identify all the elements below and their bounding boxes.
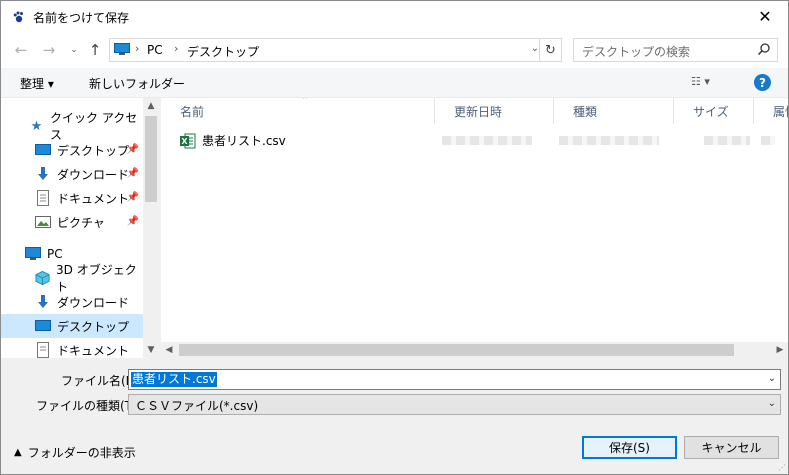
recent-locations-chevron-icon[interactable]: ⌄ [64,40,84,60]
close-button[interactable]: ✕ [742,1,788,32]
scroll-right-icon[interactable]: ▶ [772,342,788,358]
resize-grip-icon[interactable]: ⋰ [778,463,786,472]
sidebar-scrollbar[interactable]: ▲ ▼ [143,98,159,358]
forward-button[interactable]: → [39,40,59,60]
chevron-up-icon: ▲ [14,447,22,458]
filename-value[interactable]: 患者リスト.csv [131,372,217,387]
breadcrumb-pc[interactable]: PC [147,43,163,57]
sidebar-item-downloads-pinned[interactable]: ダウンロード 📌 [1,162,143,186]
pin-icon[interactable]: 📌 [127,192,139,203]
back-button[interactable]: ← [11,40,31,60]
chevron-down-icon[interactable]: ⌄ [531,43,539,54]
star-icon: ★ [30,118,43,134]
navigation-pane[interactable]: ★ クイック アクセス デスクトップ 📌 ダウンロード 📌 ドキュメント 📌 ピ… [1,98,159,358]
breadcrumb-desktop[interactable]: デスクトップ [187,43,259,60]
pc-icon [114,43,130,55]
filetype-select[interactable]: ＣＳＶファイル(*.csv) ⌄ [128,394,781,415]
desktop-icon [35,320,51,331]
search-icon [757,43,770,56]
save-form: ファイル名(N): 患者リスト.csv ⌄ ファイルの種類(T): ＣＳＶファイ… [1,358,788,474]
sidebar-item-desktop[interactable]: デスクトップ [1,314,143,338]
scroll-up-icon[interactable]: ▲ [143,98,159,114]
file-attributes-redacted [761,136,775,145]
sidebar-item-pictures-pinned[interactable]: ピクチャ 📌 [1,210,143,234]
document-icon [37,342,49,358]
chevron-down-icon[interactable]: ⌄ [768,398,776,409]
cancel-button[interactable]: キャンセル [684,436,779,459]
scroll-down-icon[interactable]: ▼ [143,342,159,358]
help-button[interactable]: ? [754,74,771,91]
paw-app-icon [13,11,23,23]
file-size-redacted [704,136,750,145]
scrollbar-thumb[interactable] [179,344,734,356]
address-bar[interactable]: › PC › デスクトップ ⌄ ↻ [109,38,562,62]
pin-icon[interactable]: 📌 [127,216,139,227]
file-type-redacted [559,136,659,145]
svg-text:X: X [181,137,188,146]
column-header-type[interactable]: 種類 [554,98,674,124]
column-header-size[interactable]: サイズ [674,98,754,124]
title-bar: 名前をつけて保存 ✕ [1,1,788,32]
download-icon [38,295,48,308]
sidebar-item-documents[interactable]: ドキュメント [1,338,143,358]
pc-icon [25,247,41,260]
command-bar: 整理 ▾ 新しいフォルダー ☷ ▾ ? [1,68,788,98]
desktop-icon [35,144,51,155]
filetype-value: ＣＳＶファイル(*.csv) [135,399,259,413]
save-button[interactable]: 保存(S) [582,436,677,459]
chevron-right-icon[interactable]: › [174,42,178,55]
document-icon [37,190,49,206]
organize-button[interactable]: 整理 ▾ [20,75,54,92]
sidebar-item-desktop-pinned[interactable]: デスクトップ 📌 [1,138,143,162]
navigation-bar: ← → ⌄ ↑ › PC › デスクトップ ⌄ ↻ デスクトップの検索 [1,32,788,68]
column-header-attributes[interactable]: 属性 [754,98,788,124]
up-button[interactable]: ↑ [85,40,105,60]
scroll-left-icon[interactable]: ◀ [161,342,177,358]
pin-icon[interactable]: 📌 [127,144,139,155]
refresh-button[interactable]: ↻ [539,39,561,61]
file-name: 患者リスト.csv [202,134,286,148]
file-list-hscrollbar[interactable]: ◀ ▶ [161,342,788,358]
view-options-button[interactable]: ☷ ▾ [691,75,710,88]
search-box[interactable]: デスクトップの検索 [573,38,778,62]
download-icon [38,167,48,180]
window-title: 名前をつけて保存 [33,11,130,25]
sidebar-item-3d-objects[interactable]: 3D オブジェクト [1,263,143,294]
picture-icon [35,216,51,228]
filetype-label: ファイルの種類(T): [36,399,141,413]
cube-icon [35,270,50,286]
file-list[interactable]: 名前 ⌃ 更新日時 種類 サイズ 属性 X 患者リスト.csv ◀ ▶ [161,98,788,358]
pin-icon[interactable]: 📌 [127,168,139,179]
save-as-dialog: 名前をつけて保存 ✕ ← → ⌄ ↑ › PC › デスクトップ ⌄ ↻ デスク… [0,0,789,475]
column-header-modified[interactable]: 更新日時 [435,98,554,124]
sidebar-item-documents-pinned[interactable]: ドキュメント 📌 [1,186,143,210]
sidebar-item-quick-access[interactable]: ★ クイック アクセス [1,111,143,142]
new-folder-button[interactable]: 新しいフォルダー [89,75,185,92]
scrollbar-thumb[interactable] [145,116,157,202]
filename-field[interactable]: 患者リスト.csv ⌄ [128,369,781,390]
file-modified-date-redacted [442,136,532,145]
hide-folders-toggle[interactable]: ▲ フォルダーの非表示 [14,444,136,461]
sort-ascending-icon: ⌃ [301,98,309,106]
file-row[interactable]: X 患者リスト.csv [180,132,286,149]
excel-csv-icon: X [180,133,196,148]
search-placeholder: デスクトップの検索 [582,45,691,59]
column-header-name[interactable]: 名前 ⌃ [161,98,435,124]
chevron-right-icon[interactable]: › [135,42,139,55]
sidebar-item-downloads[interactable]: ダウンロード [1,290,143,314]
chevron-down-icon[interactable]: ⌄ [768,373,776,384]
